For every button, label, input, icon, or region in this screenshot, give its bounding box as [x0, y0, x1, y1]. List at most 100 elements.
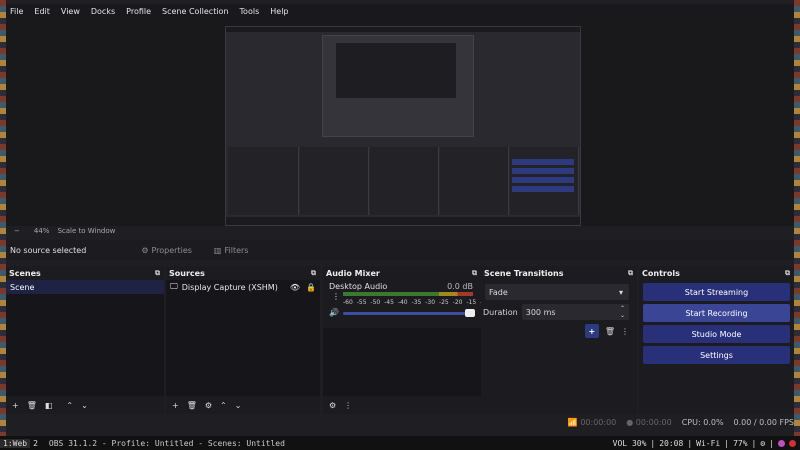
- tray-gear-icon[interactable]: ⚙: [760, 439, 765, 448]
- more-vertical-icon[interactable]: ⋮: [332, 292, 340, 301]
- more-vertical-icon[interactable]: ⋮: [344, 401, 352, 410]
- wifi-status: Wi-Fi: [696, 438, 721, 448]
- zoom-out-button[interactable]: −: [14, 227, 20, 235]
- desktop-taskbar: 1:Web 2 OBS 31.1.2 - Profile: Untitled -…: [0, 436, 800, 450]
- chevron-down-icon[interactable]: ⌄: [81, 401, 88, 410]
- gear-icon[interactable]: ⚙: [329, 401, 336, 410]
- preview-canvas[interactable]: [225, 26, 581, 226]
- record-status: ● 00:00:00: [626, 417, 672, 427]
- audio-mixer-title: Audio Mixer: [326, 268, 380, 278]
- chevron-up-icon[interactable]: ⌃: [220, 401, 227, 410]
- start-recording-button[interactable]: Start Recording: [643, 304, 790, 322]
- stream-time: 00:00:00: [580, 417, 617, 427]
- wallpaper-edge-right: [794, 0, 800, 440]
- undock-icon[interactable]: ⧉: [785, 269, 790, 278]
- scene-transitions-dock: Scene Transitions ⧉ Fade ▾ Duration 300 …: [481, 266, 637, 414]
- stream-status: 📶 00:00:00: [567, 417, 617, 427]
- transition-select[interactable]: Fade ▾: [485, 284, 629, 300]
- undock-icon[interactable]: ⧉: [628, 269, 633, 278]
- sources-dock: Sources ⧉ 🖵 Display Capture (XSHM) 👁 🔒 +…: [166, 266, 320, 414]
- trash-icon[interactable]: 🗑: [605, 327, 615, 336]
- no-source-label: No source selected: [10, 245, 87, 255]
- undock-icon[interactable]: ⧉: [311, 269, 316, 278]
- volume-slider[interactable]: [343, 309, 475, 317]
- add-icon[interactable]: +: [172, 401, 179, 410]
- tray-app-icon[interactable]: [778, 439, 785, 447]
- scale-mode[interactable]: Scale to Window: [57, 227, 115, 235]
- volume-slider-handle[interactable]: [465, 309, 475, 317]
- preview-nested-button: [512, 177, 574, 183]
- add-icon[interactable]: +: [584, 324, 599, 338]
- volume-meter: [343, 292, 473, 296]
- transition-tools: + 🗑 ⋮: [584, 324, 629, 338]
- audio-mixer-toolbar: ⚙ ⋮: [323, 396, 481, 414]
- preview-area[interactable]: [6, 18, 794, 226]
- cpu-usage: CPU: 0.0%: [681, 417, 724, 427]
- gear-icon: ⚙: [141, 245, 149, 255]
- add-icon[interactable]: +: [12, 401, 19, 410]
- trash-icon[interactable]: 🗑: [27, 401, 37, 410]
- studio-mode-button[interactable]: Studio Mode: [643, 325, 790, 343]
- undock-icon[interactable]: ⧉: [472, 269, 477, 278]
- scene-transitions-header: Scene Transitions ⧉: [481, 266, 637, 280]
- window-title: OBS 31.1.2 - Profile: Untitled - Scenes:…: [48, 438, 285, 448]
- controls-header: Controls ⧉: [639, 266, 794, 280]
- preview-nested-dock: [440, 147, 509, 215]
- duration-label: Duration: [483, 307, 518, 317]
- menu-scene-collection[interactable]: Scene Collection: [162, 7, 229, 16]
- preview-nested-button: [512, 168, 574, 174]
- workspace-1[interactable]: 1:Web: [0, 438, 31, 448]
- controls-title: Controls: [642, 268, 680, 278]
- undock-icon[interactable]: ⧉: [155, 269, 160, 278]
- gear-icon[interactable]: ⚙: [205, 401, 212, 410]
- properties-label: Properties: [151, 245, 192, 255]
- eye-icon[interactable]: 👁: [290, 283, 300, 292]
- tray-obs-icon[interactable]: [789, 439, 796, 447]
- duration-spinbox[interactable]: 300 ms ⌃ ⌄: [521, 304, 629, 320]
- scenes-dock: Scenes ⧉ Scene + 🗑 ◧ ⌃ ⌄: [6, 266, 164, 414]
- monitor-icon: 🖵: [170, 282, 178, 291]
- start-streaming-button[interactable]: Start Streaming: [643, 283, 790, 301]
- status-area: VOL 30% | 20:08 | Wi-Fi | 77% | ⚙ |: [613, 439, 800, 448]
- preview-nested-dock: [300, 147, 369, 215]
- menu-profile[interactable]: Profile: [126, 7, 151, 16]
- chevron-up-icon[interactable]: ⌃: [66, 401, 73, 410]
- filter-icon[interactable]: ◧: [45, 401, 53, 410]
- scenes-list: Scene: [6, 280, 164, 396]
- lock-icon[interactable]: 🔒: [306, 283, 316, 292]
- source-item[interactable]: 🖵 Display Capture (XSHM) 👁 🔒: [166, 280, 320, 294]
- menu-help[interactable]: Help: [270, 7, 288, 16]
- sources-title: Sources: [169, 268, 205, 278]
- scene-item-label: Scene: [10, 282, 35, 292]
- filters-button[interactable]: ▥ Filters: [214, 246, 249, 255]
- separator: |: [751, 438, 757, 448]
- settings-button[interactable]: Settings: [643, 346, 790, 364]
- duration-row: Duration 300 ms ⌃ ⌄: [483, 304, 629, 320]
- preview-nested-statusbar: [226, 217, 580, 225]
- chevron-down-icon: ▾: [618, 287, 623, 297]
- separator: |: [687, 438, 693, 448]
- menu-edit[interactable]: Edit: [34, 7, 50, 16]
- menu-file[interactable]: File: [10, 7, 23, 16]
- spin-arrows-icon[interactable]: ⌃ ⌄: [620, 305, 625, 319]
- audio-mixer-dock: Audio Mixer ⧉ Desktop Audio 0.0 dB ⋮ -60…: [323, 266, 507, 414]
- zoom-level: 44%: [33, 227, 50, 235]
- preview-nested-dock: [228, 147, 299, 215]
- trash-icon[interactable]: 🗑: [187, 401, 197, 410]
- filters-label: Filters: [224, 245, 249, 255]
- scene-item[interactable]: Scene: [6, 280, 164, 294]
- workspace-2[interactable]: 2: [30, 439, 41, 448]
- menu-view[interactable]: View: [61, 7, 80, 16]
- properties-button[interactable]: ⚙ Properties: [141, 246, 192, 255]
- more-vertical-icon[interactable]: ⋮: [621, 327, 629, 336]
- chevron-down-icon[interactable]: ⌄: [235, 401, 242, 410]
- preview-nested-menubar: [226, 27, 580, 32]
- fps-counter: 0.00 / 0.00 FPS: [733, 417, 794, 427]
- separator: |: [769, 438, 774, 448]
- menu-docks[interactable]: Docks: [91, 7, 115, 16]
- menu-tools[interactable]: Tools: [240, 7, 260, 16]
- filters-icon: ▥: [213, 245, 222, 255]
- scenes-dock-header: Scenes ⧉: [6, 266, 164, 280]
- preview-nested-dock: [370, 147, 439, 215]
- speaker-icon[interactable]: 🔊: [329, 308, 339, 317]
